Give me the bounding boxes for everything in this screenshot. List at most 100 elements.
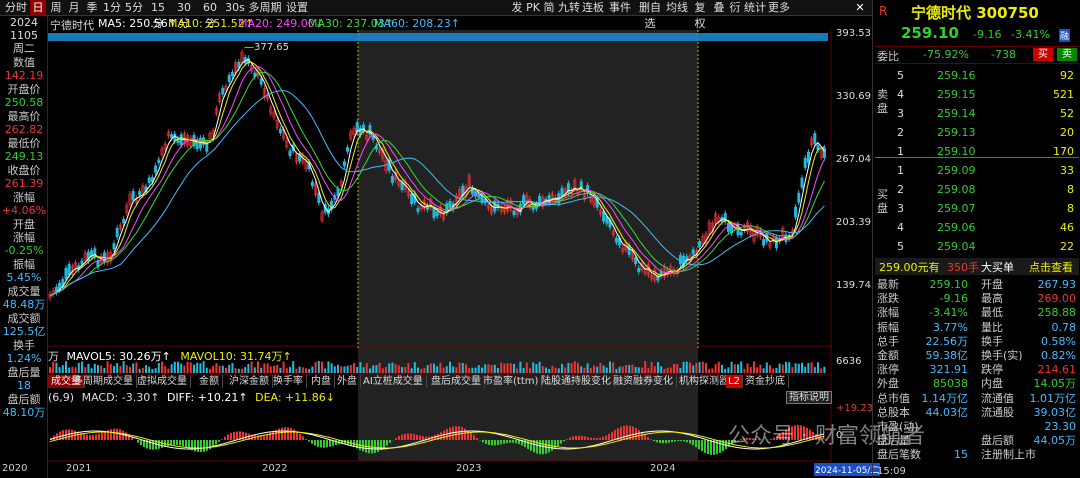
volume-bar bbox=[529, 368, 531, 373]
macd-bar bbox=[671, 440, 673, 443]
candle bbox=[221, 88, 225, 95]
chg-value: +4.06% bbox=[1, 204, 47, 217]
period-tab[interactable]: 日 bbox=[30, 0, 46, 16]
tool-button[interactable]: 事件 bbox=[606, 0, 634, 16]
tool-button[interactable]: 更多 bbox=[768, 0, 790, 16]
stat-value: -9.16 bbox=[939, 292, 968, 306]
stat-label: 涨跌 bbox=[877, 292, 899, 306]
indicator-tab[interactable]: 换手率 bbox=[270, 375, 307, 388]
indicator-tab[interactable]: 融资融券变化 bbox=[610, 375, 677, 388]
mavol5-label: MAVOL5: 30.26万↑ bbox=[66, 350, 171, 363]
period-tab[interactable]: 15分 bbox=[146, 0, 170, 30]
period-tab[interactable]: 30s bbox=[224, 0, 246, 16]
indicator-tab[interactable]: 资金抄底 bbox=[742, 375, 789, 388]
tool-button[interactable]: 九转 bbox=[558, 0, 580, 16]
market-tag-icon: R bbox=[879, 4, 888, 18]
tool-button[interactable]: 叠 bbox=[712, 0, 726, 16]
macd-bar bbox=[95, 434, 97, 440]
volume-bar bbox=[554, 367, 557, 373]
bid-row[interactable]: 4 259.06 46 bbox=[877, 220, 1078, 235]
indicator-tab[interactable]: 沪深金额 bbox=[226, 375, 273, 388]
ask-volume: 521 bbox=[1053, 88, 1074, 101]
ask-row[interactable]: 3 259.14 52 bbox=[877, 106, 1078, 121]
indicator-help-button[interactable]: 指标说明 bbox=[786, 391, 832, 404]
buy-button[interactable]: 买 bbox=[1033, 48, 1053, 61]
period-tab[interactable]: 多周期 bbox=[248, 0, 282, 16]
kline-chart[interactable] bbox=[48, 30, 832, 470]
macd-bar bbox=[278, 428, 280, 440]
candle bbox=[115, 228, 119, 238]
period-tab[interactable]: 设置 bbox=[284, 0, 310, 16]
volume-bar bbox=[330, 363, 333, 373]
stat-label: 流通值 bbox=[981, 391, 1014, 405]
wc-value: -738 bbox=[991, 48, 1016, 61]
volume-bar bbox=[759, 364, 762, 373]
volume-bar bbox=[532, 362, 535, 373]
tool-button[interactable]: 复权 bbox=[690, 0, 710, 30]
period-tab[interactable]: 周 bbox=[48, 0, 64, 16]
ask-row[interactable]: 4 259.15 521 bbox=[877, 87, 1078, 102]
trade-time: 15:09 bbox=[877, 466, 906, 477]
tool-button[interactable]: 衍 bbox=[728, 0, 742, 16]
after-amt-value: 48.10万 bbox=[2, 406, 46, 419]
bid-row[interactable]: 5 259.04 22 bbox=[877, 239, 1078, 254]
sell-button[interactable]: 卖 bbox=[1057, 48, 1077, 61]
tool-button[interactable]: PK bbox=[526, 0, 540, 16]
period-tab[interactable]: 5分 bbox=[124, 0, 144, 16]
period-tab[interactable]: 1分 bbox=[102, 0, 122, 16]
tool-button[interactable]: 删自选 bbox=[636, 0, 664, 30]
period-tab[interactable]: 月 bbox=[66, 0, 82, 16]
tool-button[interactable]: 发 bbox=[510, 0, 524, 16]
volume-bar bbox=[788, 362, 791, 373]
close-icon[interactable]: ✕ bbox=[850, 0, 870, 16]
bid-row[interactable]: 2 259.08 8 bbox=[877, 182, 1078, 197]
tool-button[interactable]: 统计 bbox=[744, 0, 766, 16]
volume-bar bbox=[647, 368, 650, 373]
indicator-tab[interactable]: 内盘 bbox=[308, 375, 335, 388]
macd-bar bbox=[707, 440, 709, 455]
indicator-tab[interactable]: 机构探测器 bbox=[676, 375, 733, 388]
indicator-tab[interactable]: 陆股通持股变化 bbox=[538, 375, 615, 388]
period-tab[interactable]: 分时 bbox=[4, 0, 28, 16]
indicator-tab[interactable]: 金额 bbox=[196, 375, 223, 388]
stat-value: 0.78 bbox=[1051, 320, 1077, 334]
ask-row[interactable]: 2 259.13 20 bbox=[877, 125, 1078, 140]
period-tab[interactable]: 30分 bbox=[172, 0, 196, 30]
period-tab[interactable]: 季 bbox=[84, 0, 100, 16]
indicator-tab[interactable]: 外盘 bbox=[334, 375, 361, 388]
bid-row[interactable]: 1 259.09 33 bbox=[877, 163, 1078, 178]
price-axis-3: 267.04 bbox=[836, 154, 871, 165]
indicator-tab[interactable]: 多周期成交量 bbox=[70, 375, 137, 388]
big-order-link[interactable]: 点击查看 bbox=[1029, 259, 1073, 275]
volume-bar bbox=[785, 361, 787, 373]
volume-bar bbox=[455, 367, 458, 373]
volume-bar bbox=[551, 365, 554, 373]
indicator-tab[interactable]: 市盈率(ttm) bbox=[480, 375, 543, 388]
macd-bar bbox=[116, 428, 118, 440]
tool-button[interactable]: 均线 bbox=[666, 0, 688, 16]
tool-button[interactable]: 连板 bbox=[582, 0, 604, 16]
indicator-tab[interactable]: 盘后成交量 bbox=[428, 375, 485, 388]
indicator-tab[interactable]: AI立桩成交量 bbox=[360, 375, 427, 388]
volume-bar bbox=[244, 367, 247, 373]
stat-label: 最高 bbox=[981, 292, 1003, 306]
volume-bar bbox=[145, 365, 147, 373]
close-label: 收盘价 bbox=[7, 164, 41, 177]
candle bbox=[435, 211, 439, 217]
macd-bar bbox=[335, 440, 337, 446]
ask-row[interactable]: 5 259.16 92 bbox=[877, 68, 1078, 83]
volume-bar bbox=[545, 367, 547, 373]
indicator-tab[interactable]: 虚拟成交量 bbox=[134, 375, 191, 388]
macd-bar bbox=[203, 440, 205, 452]
macd-bar bbox=[458, 426, 460, 440]
candle bbox=[336, 188, 340, 196]
period-tab[interactable]: 60分 bbox=[198, 0, 222, 30]
tool-button[interactable]: 简 bbox=[542, 0, 556, 16]
candle bbox=[813, 133, 817, 144]
volume-bar bbox=[721, 364, 723, 373]
bid-row[interactable]: 3 259.07 8 bbox=[877, 201, 1078, 216]
volume-bar bbox=[125, 365, 128, 373]
big-order-bar[interactable]: 259.00元有 350手 大买单 点击查看 bbox=[875, 258, 1079, 275]
macd-bar bbox=[395, 437, 397, 440]
macd-bar bbox=[473, 435, 475, 440]
